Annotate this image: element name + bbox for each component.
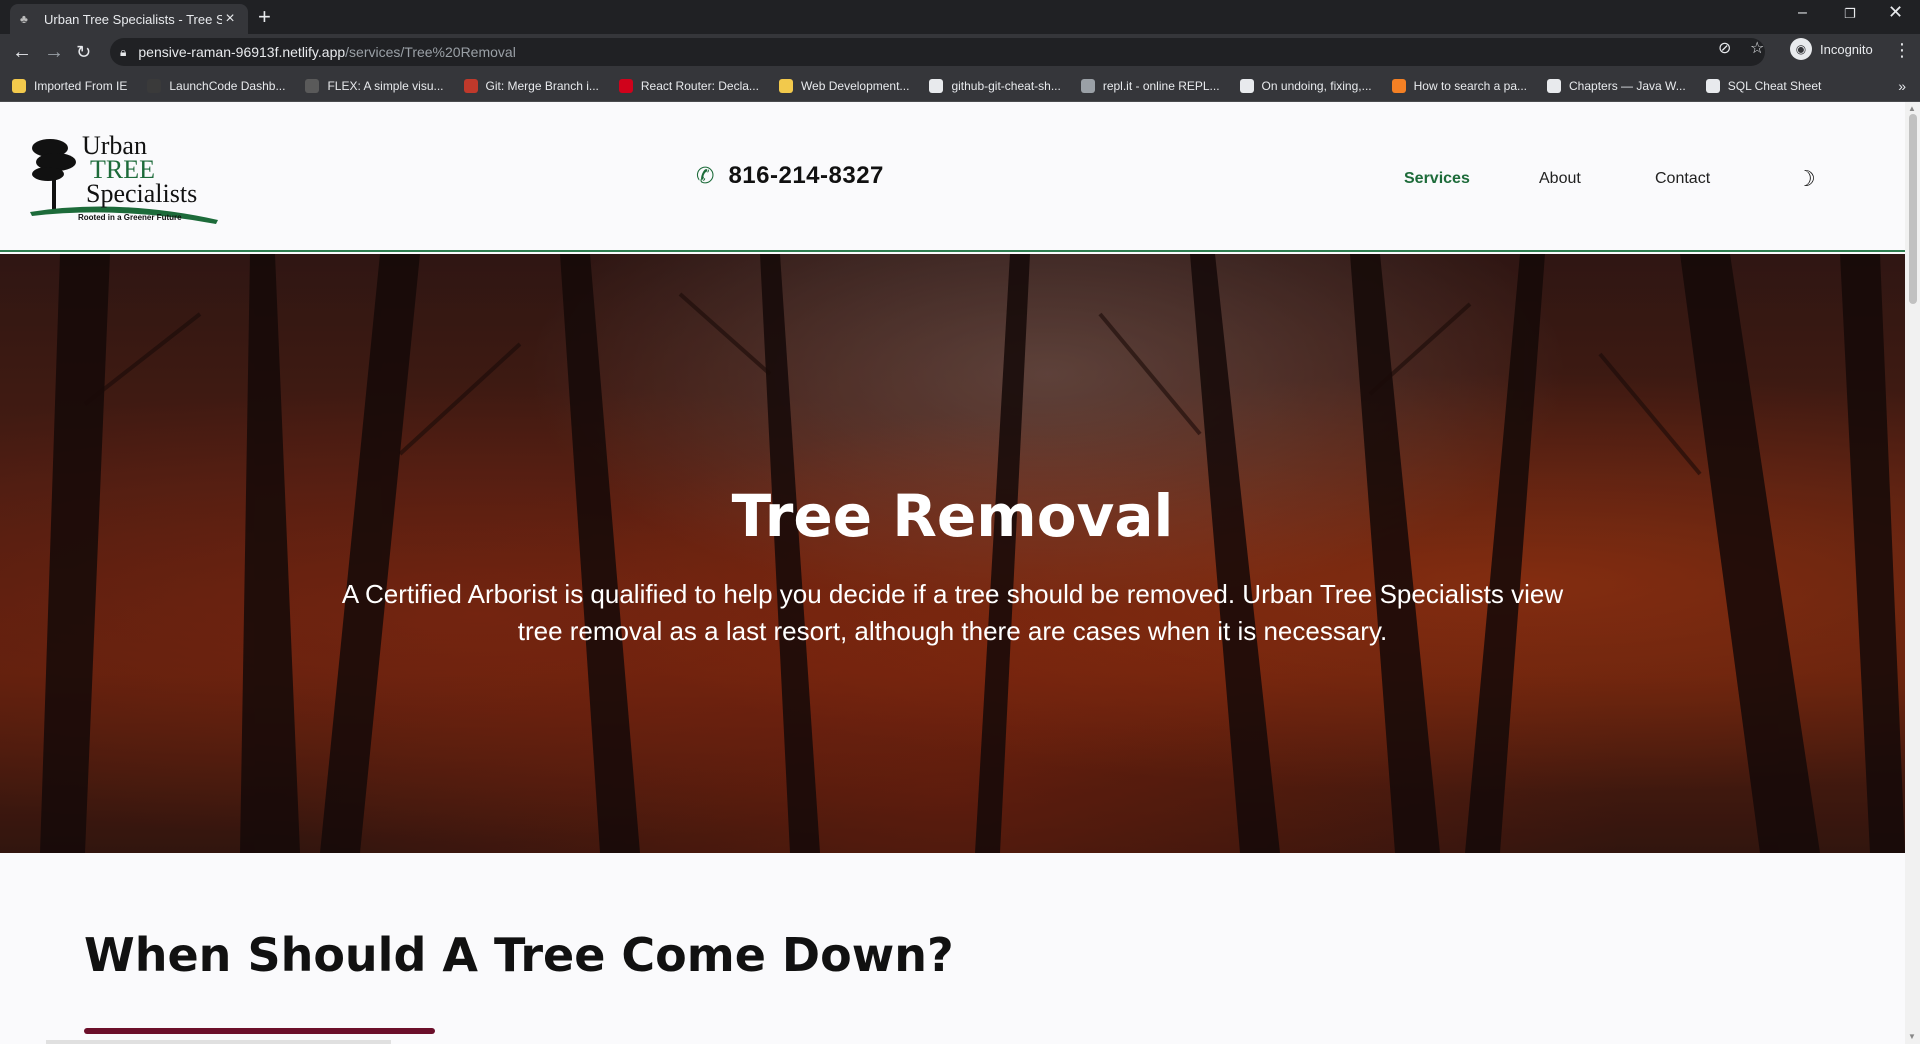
nav-about[interactable]: About bbox=[1539, 170, 1581, 188]
browser-toolbar: ← → ↻ 🔒︎ pensive-raman-96913f.netlify.ap… bbox=[0, 34, 1920, 70]
dark-mode-toggle-icon[interactable]: ☽ bbox=[1796, 166, 1816, 192]
bookmark-label: github-git-cheat-sh... bbox=[951, 78, 1061, 93]
bookmark-item[interactable]: Chapters — Java W... bbox=[1547, 78, 1686, 93]
nav-services[interactable]: Services bbox=[1404, 170, 1470, 188]
bookmark-item[interactable]: On undoing, fixing,... bbox=[1239, 78, 1372, 93]
lock-icon: 🔒︎ bbox=[120, 44, 127, 59]
next-content-edge bbox=[46, 1040, 391, 1044]
scroll-up-icon[interactable]: ▲ bbox=[1908, 104, 1916, 113]
bookmark-label: Web Development... bbox=[800, 78, 910, 93]
bookmark-item[interactable]: Imported From IE bbox=[12, 78, 128, 93]
page-scrollbar[interactable]: ▲ ▼ bbox=[1905, 102, 1920, 1044]
svg-text:Specialists: Specialists bbox=[86, 179, 197, 208]
section-heading-underline bbox=[84, 1028, 435, 1034]
bookmark-label: Imported From IE bbox=[34, 78, 128, 93]
flex-icon bbox=[305, 78, 320, 93]
bookmark-label: Chapters — Java W... bbox=[1569, 78, 1686, 93]
hero-title: Tree Removal bbox=[731, 482, 1174, 550]
bookmark-item[interactable]: github-git-cheat-sh... bbox=[929, 78, 1061, 93]
folder-icon bbox=[12, 78, 26, 93]
stackoverflow-icon bbox=[1391, 78, 1406, 93]
scrollbar-thumb[interactable] bbox=[1909, 114, 1917, 304]
web-page: Urban TREE Specialists Rooted in a Green… bbox=[0, 102, 1905, 1044]
minimize-icon[interactable]: – bbox=[1798, 4, 1807, 22]
replit-icon bbox=[1080, 78, 1095, 93]
bookmark-label: LaunchCode Dashb... bbox=[169, 78, 286, 93]
hero-banner: Tree Removal A Certified Arborist is qua… bbox=[0, 254, 1905, 853]
phone-link[interactable]: ✆ 816-214-8327 bbox=[696, 162, 884, 190]
globe-icon bbox=[1705, 78, 1720, 93]
bookmark-item[interactable]: LaunchCode Dashb... bbox=[147, 78, 286, 93]
scroll-down-icon[interactable]: ▼ bbox=[1908, 1032, 1916, 1041]
new-tab-icon[interactable]: + bbox=[258, 5, 271, 29]
menu-dots-icon[interactable]: ⋮ bbox=[1893, 40, 1911, 61]
phone-number: 816-214-8327 bbox=[728, 162, 884, 189]
svg-text:Rooted in a Greener Future: Rooted in a Greener Future bbox=[78, 213, 182, 222]
bookmarks-bar: Imported From IE LaunchCode Dashb... FLEX:… bbox=[0, 70, 1920, 102]
bookmark-item[interactable]: repl.it - online REPL... bbox=[1080, 78, 1220, 93]
atlassian-icon bbox=[1239, 78, 1254, 93]
tab-title: Urban Tree Specialists - Tree Serv bbox=[44, 11, 222, 27]
address-bar[interactable]: 🔒︎ pensive-raman-96913f.netlify.app/serv… bbox=[110, 38, 1765, 66]
hero-description: A Certified Arborist is qualified to hel… bbox=[280, 576, 1625, 650]
browser-tab-bar: ♣ Urban Tree Specialists - Tree Serv × +… bbox=[0, 0, 1920, 34]
bookmark-item[interactable]: FLEX: A simple visu... bbox=[305, 78, 444, 93]
forward-icon[interactable]: → bbox=[44, 41, 64, 63]
reload-icon[interactable]: ↻ bbox=[76, 41, 91, 63]
launchcode-icon bbox=[147, 78, 162, 93]
site-header: Urban TREE Specialists Rooted in a Green… bbox=[0, 102, 1905, 252]
incognito-icon: ◉ bbox=[1790, 38, 1812, 60]
forest-background bbox=[0, 254, 1905, 853]
github-icon bbox=[929, 78, 944, 93]
more-bookmarks-icon[interactable]: » bbox=[1898, 78, 1906, 94]
incognito-label: Incognito bbox=[1820, 41, 1873, 57]
sa-icon bbox=[463, 78, 478, 93]
bookmark-item[interactable]: Git: Merge Branch i... bbox=[463, 78, 599, 93]
hero-description-line2: tree removal as a last resort, although … bbox=[517, 616, 1388, 646]
back-icon[interactable]: ← bbox=[12, 41, 32, 63]
eye-off-icon[interactable]: ⊘ bbox=[1718, 38, 1731, 58]
restore-icon[interactable]: ❐ bbox=[1844, 6, 1856, 22]
browser-tab[interactable]: ♣ Urban Tree Specialists - Tree Serv × bbox=[10, 4, 248, 34]
tree-favicon-icon: ♣ bbox=[20, 12, 28, 26]
bookmark-label: SQL Cheat Sheet bbox=[1727, 78, 1822, 93]
web-dev-icon bbox=[778, 78, 793, 93]
bookmark-item[interactable]: SQL Cheat Sheet bbox=[1705, 78, 1822, 93]
bookmark-label: Git: Merge Branch i... bbox=[485, 78, 599, 93]
url-host: pensive-raman-96913f.netlify.app bbox=[138, 44, 346, 60]
window-close-icon[interactable]: ✕ bbox=[1888, 2, 1903, 23]
globe-icon bbox=[1547, 78, 1562, 93]
bookmark-item[interactable]: Web Development... bbox=[778, 78, 910, 93]
hero-description-line1: A Certified Arborist is qualified to hel… bbox=[341, 579, 1564, 609]
incognito-profile[interactable]: ◉ Incognito bbox=[1790, 38, 1873, 60]
phone-icon: ✆ bbox=[696, 163, 715, 188]
react-router-icon bbox=[618, 78, 633, 93]
tab-close-icon[interactable]: × bbox=[222, 10, 238, 28]
bookmark-item[interactable]: How to search a pa... bbox=[1391, 78, 1528, 93]
url-path: /services/Tree%20Removal bbox=[345, 44, 516, 60]
bookmark-star-icon[interactable]: ☆ bbox=[1750, 38, 1764, 58]
bookmark-label: On undoing, fixing,... bbox=[1261, 78, 1372, 93]
bookmark-item[interactable]: React Router: Decla... bbox=[618, 78, 759, 93]
bookmark-label: React Router: Decla... bbox=[640, 78, 759, 93]
section-heading: When Should A Tree Come Down? bbox=[84, 928, 954, 982]
bookmark-label: repl.it - online REPL... bbox=[1102, 78, 1220, 93]
nav-contact[interactable]: Contact bbox=[1655, 170, 1710, 188]
site-logo[interactable]: Urban TREE Specialists Rooted in a Green… bbox=[28, 128, 223, 228]
bookmark-label: How to search a pa... bbox=[1413, 78, 1528, 93]
bookmark-label: FLEX: A simple visu... bbox=[327, 78, 444, 93]
